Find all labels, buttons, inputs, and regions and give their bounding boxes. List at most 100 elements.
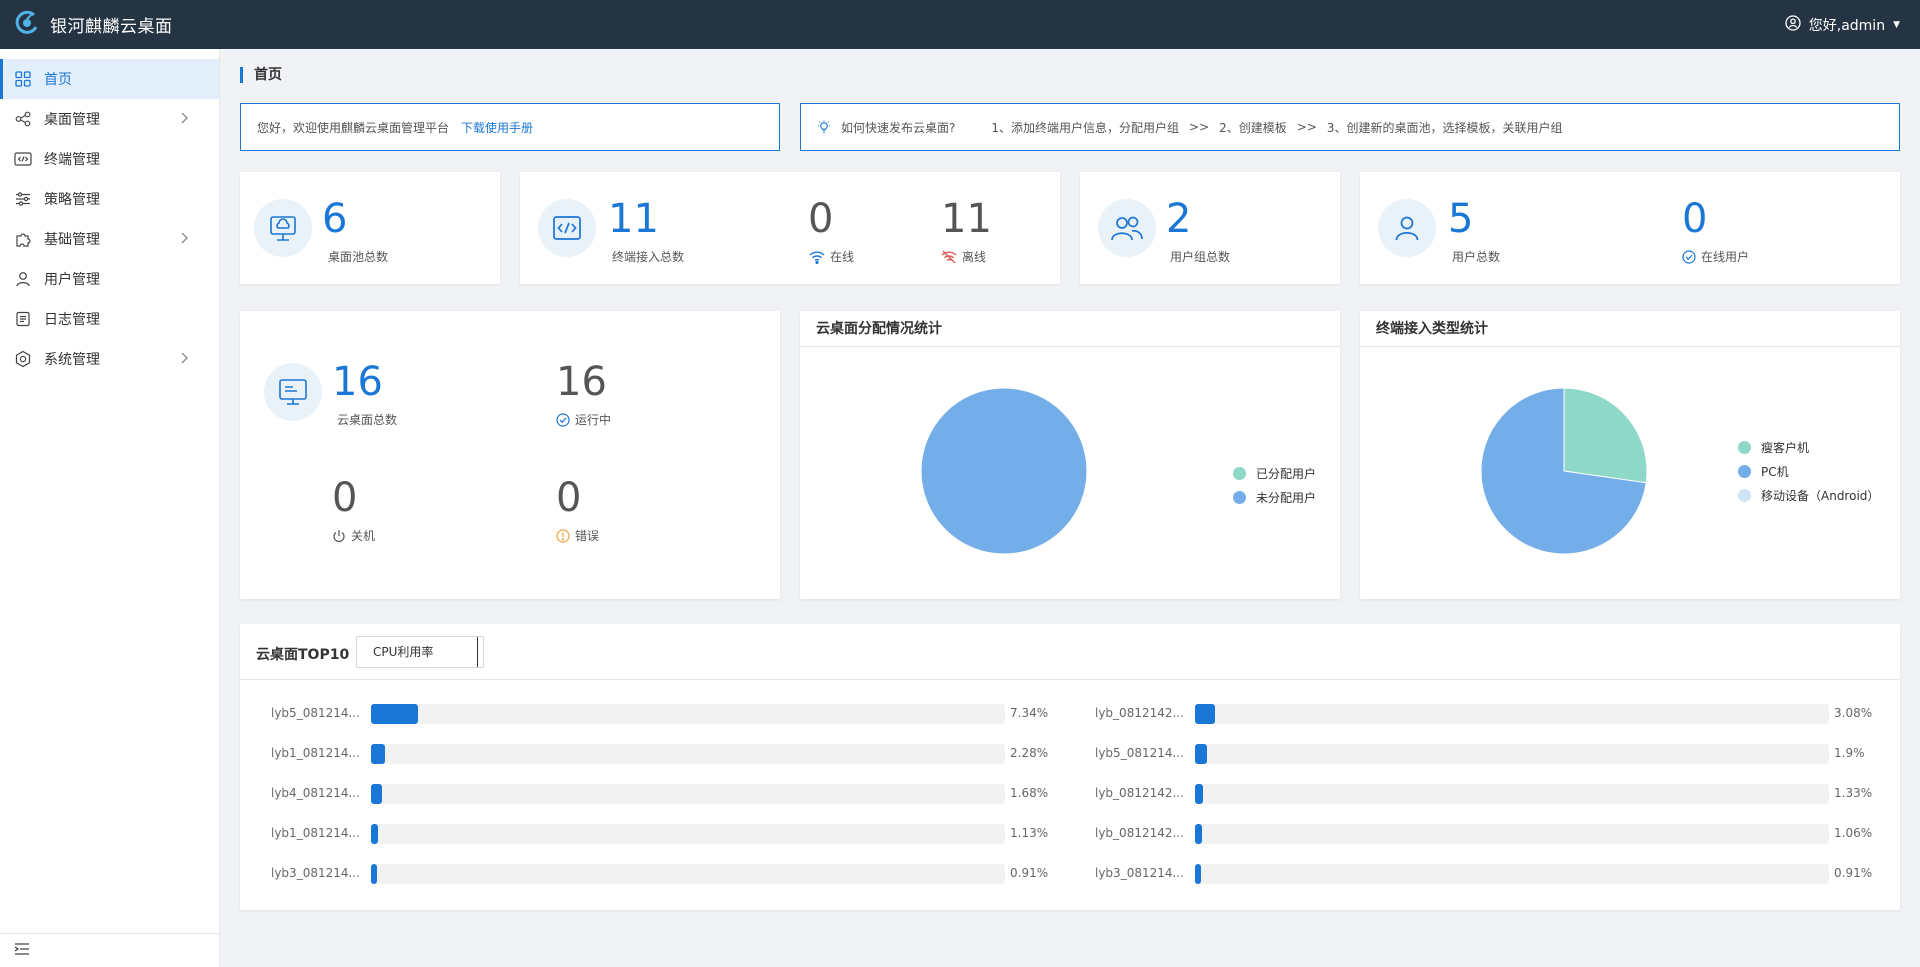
sidebar-item-logs[interactable]: 日志管理 [0,299,219,339]
pie-slice-1[interactable] [920,387,1088,555]
legend-item[interactable]: 未分配用户 [1233,485,1316,509]
guide-step-2: 2、创建模板 [1219,120,1287,135]
grid-icon [14,70,32,88]
document-icon [14,310,32,328]
chevron-right-icon [179,111,189,129]
legend-dot [1233,466,1246,480]
bar-row[interactable]: lyb_0812142... 1.06% [1095,824,1920,844]
terminal-online-label: 在线 [809,248,854,265]
bar-label: lyb3_081214... [271,866,360,880]
usergroup-stat-card[interactable]: 2 用户组总数 [1080,172,1340,284]
code-window-icon [538,199,596,257]
bar-row[interactable]: lyb3_081214... 0.91% [271,864,1171,884]
bar-label: lyb3_081214... [1095,866,1184,880]
sidebar-item-basic[interactable]: 基础管理 [0,219,219,259]
bar-label: lyb5_081214... [1095,746,1184,760]
power-icon [333,529,345,542]
bar-fill [371,784,382,804]
user-group-icon [1098,199,1156,257]
legend-dot [1738,440,1751,454]
pie-slice-0[interactable] [1563,387,1648,484]
bar-fill [371,824,379,844]
bar-label: lyb5_081214... [271,706,360,720]
online-users-count: 0 [1682,196,1708,242]
kylin-logo-icon [14,10,40,40]
metric-select[interactable]: CPU利用率 [356,636,484,668]
terminal-count: 11 [608,196,659,242]
usergroup-label: 用户组总数 [1170,250,1231,264]
chart-title: 云桌面分配情况统计 [800,311,1340,347]
sidebar-item-label: 用户管理 [44,272,100,288]
bar-track [371,824,1005,844]
sidebar-item-home[interactable]: 首页 [0,59,219,99]
sidebar-collapse-button[interactable] [0,933,219,967]
bar-track [371,744,1005,764]
bar-value: 0.91% [1010,866,1049,880]
bar-fill [1195,744,1208,764]
sidebar-item-label: 桌面管理 [44,112,100,128]
bar-fill [371,744,386,764]
bar-track [1195,744,1829,764]
legend-item[interactable]: PC机 [1738,459,1879,483]
bar-row[interactable]: lyb4_081214... 1.68% [271,784,1171,804]
sidebar-item-label: 基础管理 [44,232,100,248]
cloud-desktop-icon [254,199,312,257]
bar-value: 1.33% [1834,786,1873,800]
check-circle-icon [1682,249,1696,264]
bar-row[interactable]: lyb_0812142... 3.08% [1095,704,1920,724]
chevron-right-icon [179,231,189,249]
user-greeting: 您好,admin [1808,17,1886,34]
user-menu[interactable]: 您好,admin ▼ [1785,14,1906,35]
page-title: 首页 [240,67,282,83]
sidebar-item-policy[interactable]: 策略管理 [0,179,219,219]
desktop-summary-card: 16 云桌面总数 16 运行中 0 关机 0 错误 [240,311,780,599]
bar-row[interactable]: lyb1_081214... 1.13% [271,824,1171,844]
chart-title: 终端接入类型统计 [1360,311,1900,347]
sidebar-item-terminal[interactable]: 终端管理 [0,139,219,179]
user-icon [14,270,32,288]
download-manual-link[interactable]: 下载使用手册 [461,119,533,136]
pool-count: 6 [322,196,348,242]
guide-question: 如何快速发布云桌面? [841,120,956,135]
sidebar-item-label: 策略管理 [44,192,100,208]
terminal-type-legend: 瘦客户机 PC机移动设备（Android） [1738,435,1879,507]
brand[interactable]: 银河麒麟云桌面 [14,10,173,40]
sidebar-item-users[interactable]: 用户管理 [0,259,219,299]
bar-row[interactable]: lyb1_081214... 2.28% [271,744,1171,764]
legend-label: PC机 [1761,464,1789,479]
users-stat-card[interactable]: 5 用户总数 0 在线用户 [1360,172,1900,284]
wifi-off-icon [941,250,957,263]
guide-step-1: 1、添加终端用户信息，分配用户组 [991,120,1180,135]
desktop-total-label: 云桌面总数 [337,413,398,427]
main-content: 首页 您好，欢迎使用麒麟云桌面管理平台 下载使用手册 如何快速发布云桌面? 1、… [220,49,1920,967]
wifi-icon [809,250,825,264]
bar-label: lyb1_081214... [271,746,360,760]
sidebar-item-system[interactable]: 系统管理 [0,339,219,379]
app-title: 银河麒麟云桌面 [50,17,173,37]
terminal-stat-card[interactable]: 11 终端接入总数 0 在线 11 离线 [520,172,1060,284]
legend-dot [1738,464,1751,478]
pool-stat-card[interactable]: 6 桌面池总数 [240,172,500,284]
legend-label: 已分配用户 [1256,466,1317,481]
guide-step-3: 3、创建新的桌面池，选择模板，关联用户组 [1326,120,1563,135]
legend-item[interactable]: 移动设备（Android） [1738,483,1879,507]
terminal-label: 终端接入总数 [612,250,685,264]
bar-row[interactable]: lyb5_081214... 1.9% [1095,744,1920,764]
bar-row[interactable]: lyb3_081214... 0.91% [1095,864,1920,884]
desktop-error-count: 0 [556,475,582,521]
sidebar-item-desktop[interactable]: 桌面管理 [0,99,219,139]
settings-icon [14,350,32,368]
bar-row[interactable]: lyb5_081214... 7.34% [271,704,1171,724]
terminal-icon [14,150,32,168]
desktop-shutdown-label: 关机 [332,527,375,544]
legend-item[interactable]: 已分配用户 [1233,461,1316,485]
allocation-chart-card: 云桌面分配情况统计 已分配用户未分配用户 [800,311,1340,599]
bar-row[interactable]: lyb_0812142... 1.33% [1095,784,1920,804]
bar-label: lyb4_081214... [271,786,360,800]
legend-dot [1233,490,1246,504]
bar-fill [1195,864,1201,884]
sidebar-item-label: 系统管理 [44,352,100,368]
bar-value: 1.13% [1010,826,1049,840]
users-label: 用户总数 [1452,250,1501,264]
legend-item[interactable]: 瘦客户机 [1738,435,1879,459]
